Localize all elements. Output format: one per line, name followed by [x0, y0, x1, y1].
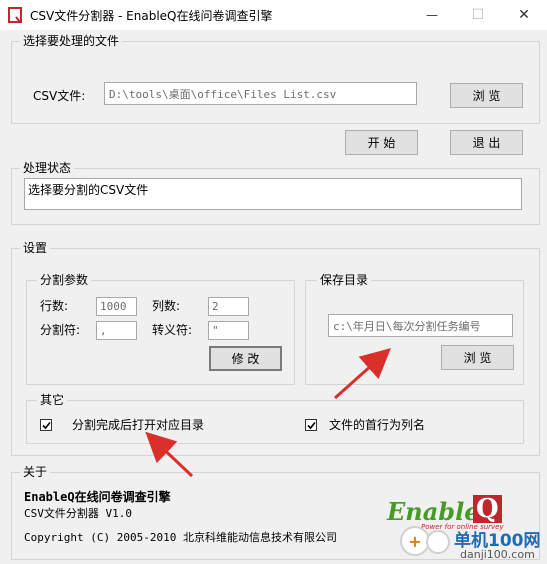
save-dir-title: 保存目录 [317, 273, 372, 287]
split-params-title: 分割参数 [37, 273, 92, 287]
modify-button[interactable]: 修 改 [209, 346, 282, 371]
checkmark-icon [42, 421, 51, 430]
save-dir-input[interactable]: c:\年月日\每次分割任务编号 [328, 314, 513, 337]
title-bar: CSV文件分割器 - EnableQ在线问卷调查引擎 — ☐ ✕ [0, 0, 547, 30]
watermark: + 单机100网 danji100.com [400, 524, 547, 564]
separator-label: 分割符: [40, 323, 81, 337]
rows-label: 行数: [40, 299, 69, 313]
checkmark-icon [307, 421, 316, 430]
csv-file-label: CSV文件: [33, 89, 86, 103]
file-group-title: 选择要处理的文件 [20, 34, 123, 48]
browse-save-dir-button[interactable]: 浏 览 [441, 345, 514, 370]
minimize-icon: — [426, 8, 438, 22]
cols-label: 列数: [152, 299, 181, 313]
logo-word-enable: Enable [387, 497, 480, 526]
app-icon [8, 7, 22, 23]
about-copyright: Copyright (C) 2005-2010 北京科维能动信息技术有限公司 [24, 531, 337, 544]
close-button[interactable]: ✕ [501, 0, 547, 30]
logo-word-q: Q [473, 495, 502, 523]
settings-group-title: 设置 [20, 241, 51, 255]
cols-input[interactable]: 2 [208, 297, 249, 316]
watermark-logo-icon-2 [426, 530, 450, 554]
escape-input[interactable]: " [208, 321, 249, 340]
open-after-label[interactable]: 分割完成后打开对应目录 [72, 418, 204, 432]
minimize-button[interactable]: — [409, 0, 455, 30]
open-after-checkbox[interactable] [40, 419, 52, 431]
browse-file-button[interactable]: 浏 览 [450, 83, 523, 108]
separator-input[interactable]: , [96, 321, 137, 340]
watermark-site-url: danji100.com [460, 548, 535, 561]
other-group-title: 其它 [37, 393, 68, 407]
escape-label: 转义符: [152, 323, 193, 337]
about-group-title: 关于 [20, 465, 51, 479]
maximize-button[interactable]: ☐ [455, 0, 501, 30]
rows-input[interactable]: 1000 [96, 297, 137, 316]
close-icon: ✕ [518, 7, 530, 23]
status-group-title: 处理状态 [20, 161, 75, 175]
first-row-header-checkbox[interactable] [305, 419, 317, 431]
window-title: CSV文件分割器 - EnableQ在线问卷调查引擎 [30, 9, 273, 23]
about-version: CSV文件分割器 V1.0 [24, 507, 132, 520]
csv-file-input[interactable]: D:\tools\桌面\office\Files List.csv [104, 82, 417, 105]
status-text: 选择要分割的CSV文件 [24, 178, 522, 210]
about-product: EnableQ在线问卷调查引擎 [24, 490, 171, 504]
exit-button[interactable]: 退 出 [450, 130, 523, 155]
start-button[interactable]: 开 始 [345, 130, 418, 155]
maximize-icon: ☐ [471, 7, 485, 23]
first-row-header-label[interactable]: 文件的首行为列名 [329, 418, 425, 432]
